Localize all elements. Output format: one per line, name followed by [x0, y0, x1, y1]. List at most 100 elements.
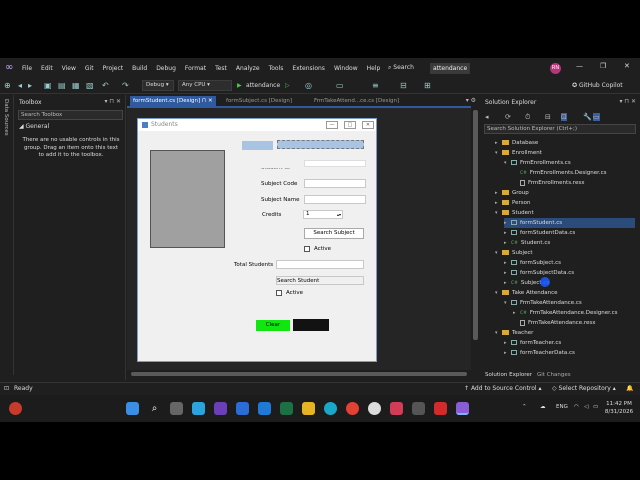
search-subject-button[interactable]: Search Subject — [304, 228, 364, 239]
battery-icon[interactable]: ▭ — [593, 404, 598, 410]
chevron-right-icon[interactable]: ▸ — [504, 218, 511, 228]
tab-solution-explorer[interactable]: Solution Explorer — [485, 371, 532, 380]
menu-item-format[interactable]: Format — [185, 65, 206, 72]
save-all-icon[interactable]: ▧ — [86, 81, 94, 90]
platform-select[interactable]: Any CPU ▾ — [178, 80, 232, 91]
menu-item-file[interactable]: File — [22, 65, 32, 72]
se-sync-icon[interactable]: ⟳ — [505, 113, 511, 121]
total-students-textbox[interactable] — [276, 260, 364, 269]
telegram-icon[interactable] — [192, 402, 205, 415]
minimize-icon[interactable]: — — [576, 62, 583, 70]
tree-item[interactable]: ▾ FrmEnrollments.cs — [504, 158, 635, 168]
tree-item[interactable]: ▸ formStudent.cs — [504, 218, 635, 228]
tree-item[interactable]: ▸ formSubject.cs — [504, 258, 635, 268]
student-picture-box[interactable] — [150, 150, 225, 248]
tray-chevron-icon[interactable]: ⌃ — [522, 404, 527, 410]
clear-button[interactable]: Clear — [256, 320, 290, 331]
maximize-icon[interactable]: ❐ — [600, 62, 606, 70]
toolbox-panel-buttons[interactable]: ▾ ⊓ ✕ — [104, 98, 121, 105]
selected-label-control[interactable] — [242, 141, 273, 150]
tree-item[interactable]: FrmTakeAttendance.resx — [513, 318, 635, 328]
toolbox-group-general[interactable]: ◢ General — [19, 123, 49, 130]
acrobat-icon[interactable] — [434, 402, 447, 415]
student-id-textbox[interactable] — [304, 160, 366, 167]
chevron-right-icon[interactable]: ▸ — [495, 198, 502, 208]
start-menu-icon[interactable] — [126, 402, 139, 415]
chevron-right-icon[interactable]: ▸ — [513, 308, 520, 318]
tree-item[interactable]: ▸ C# Subject.cs — [504, 278, 635, 288]
access-icon[interactable] — [390, 402, 403, 415]
chevron-right-icon[interactable]: ▸ — [504, 348, 511, 358]
tab-frmtakeattendance-design[interactable]: FrmTakeAttend...ce.cs [Design] — [311, 96, 402, 106]
visual-studio-active-icon[interactable] — [456, 402, 469, 415]
select-repository-button[interactable]: ◇ Select Repository ▴ — [552, 383, 616, 395]
menu-item-tools[interactable]: Tools — [269, 65, 284, 72]
designer-vertical-scrollbar[interactable] — [471, 106, 480, 378]
chrome-icon[interactable] — [346, 402, 359, 415]
solution-explorer-panel-buttons[interactable]: ▾ ⊓ ✕ — [619, 98, 636, 105]
active-checkbox-2[interactable] — [276, 290, 282, 296]
tab-overflow-icon[interactable]: ▾ ⚙ — [466, 96, 476, 106]
language-indicator[interactable]: ENG — [556, 404, 568, 410]
close-icon[interactable]: ✕ — [624, 62, 630, 70]
align-icon[interactable]: ≡ — [372, 81, 379, 90]
chevron-down-icon[interactable]: ▾ — [495, 148, 502, 158]
tree-item[interactable]: ▸ Database — [495, 138, 635, 148]
dark-button[interactable] — [293, 319, 329, 331]
tree-item[interactable]: ▾ Student — [495, 208, 635, 218]
search-icon[interactable]: ⌕ — [148, 402, 161, 415]
navigate-icon[interactable]: ⊕ — [4, 81, 11, 90]
start-button[interactable]: attendance — [246, 82, 280, 89]
menu-item-edit[interactable]: Edit — [41, 65, 53, 72]
edge-icon[interactable] — [324, 402, 337, 415]
students-form[interactable]: Students — □ ✕ Student ID Subject Code S… — [137, 118, 377, 362]
search-button[interactable]: ⌕ Search — [388, 63, 422, 73]
tree-item[interactable]: ▸ Person — [495, 198, 635, 208]
tree-item[interactable]: ▾ Teacher — [495, 328, 635, 338]
tab-formsubject-design[interactable]: formSubject.cs [Design] — [223, 96, 295, 106]
tab-formstudent-design[interactable]: formStudent.cs [Design] ⊓ ✕ — [130, 96, 216, 106]
chevron-right-icon[interactable]: ▸ — [495, 188, 502, 198]
chevron-down-icon[interactable]: ▾ — [504, 158, 511, 168]
chevron-right-icon[interactable]: ▸ — [504, 228, 511, 238]
scroll-thumb[interactable] — [473, 110, 478, 340]
open-icon[interactable]: ▤ — [58, 81, 66, 90]
chevron-right-icon[interactable]: ▸ — [504, 258, 511, 268]
chevron-right-icon[interactable]: ▸ — [504, 238, 511, 248]
back-icon[interactable]: ◂ — [18, 81, 22, 90]
chevron-right-icon[interactable]: ▸ — [504, 268, 511, 278]
paint-icon[interactable] — [258, 402, 271, 415]
designer-horizontal-scrollbar[interactable] — [127, 370, 471, 378]
notifications-icon[interactable]: 🔔 — [626, 383, 633, 395]
solution-name-badge[interactable]: attendance — [430, 63, 471, 74]
tree-item[interactable]: ▸ Group — [495, 188, 635, 198]
chevron-right-icon[interactable]: ▸ — [504, 278, 511, 288]
tree-item[interactable]: ▾ FrmTakeAttendance.cs — [504, 298, 635, 308]
tree-item[interactable]: ▾ Take Attendance — [495, 288, 635, 298]
redo-icon[interactable]: ↷ — [122, 81, 129, 90]
avatar[interactable]: RN — [550, 63, 561, 74]
hot-reload-icon[interactable]: ◎ — [305, 81, 312, 90]
visual-studio-taskbar-icon[interactable] — [214, 402, 227, 415]
se-pending-icon[interactable]: ⏱ — [525, 113, 530, 122]
volume-icon[interactable]: ◁ — [584, 404, 588, 410]
new-item-icon[interactable]: ▣ — [44, 81, 52, 90]
start-icon[interactable]: ▶ — [237, 82, 242, 89]
data-sources-tab[interactable]: Data Sources — [3, 99, 9, 136]
github-copilot-button[interactable]: ✪ GitHub Copilot — [572, 82, 623, 89]
chevron-down-icon[interactable]: ▾ — [495, 208, 502, 218]
tree-item[interactable]: ▸ formTeacherData.cs — [504, 348, 635, 358]
task-view-icon[interactable] — [170, 402, 183, 415]
chevron-down-icon[interactable]: ▾ — [495, 248, 502, 258]
menu-item-test[interactable]: Test — [215, 65, 227, 72]
add-to-source-control-button[interactable]: ↑ Add to Source Control ▴ — [464, 383, 542, 395]
chevron-right-icon[interactable]: ▸ — [504, 338, 511, 348]
active-checkbox-1[interactable] — [304, 246, 310, 252]
tree-item[interactable]: ▸ formTeacher.cs — [504, 338, 635, 348]
menu-item-analyze[interactable]: Analyze — [236, 65, 260, 72]
excel-icon[interactable] — [280, 402, 293, 415]
configuration-select[interactable]: Debug ▾ — [142, 80, 174, 91]
file-explorer-icon[interactable] — [302, 402, 315, 415]
menu-item-extensions[interactable]: Extensions — [292, 65, 325, 72]
chevron-down-icon[interactable]: ▾ — [495, 328, 502, 338]
